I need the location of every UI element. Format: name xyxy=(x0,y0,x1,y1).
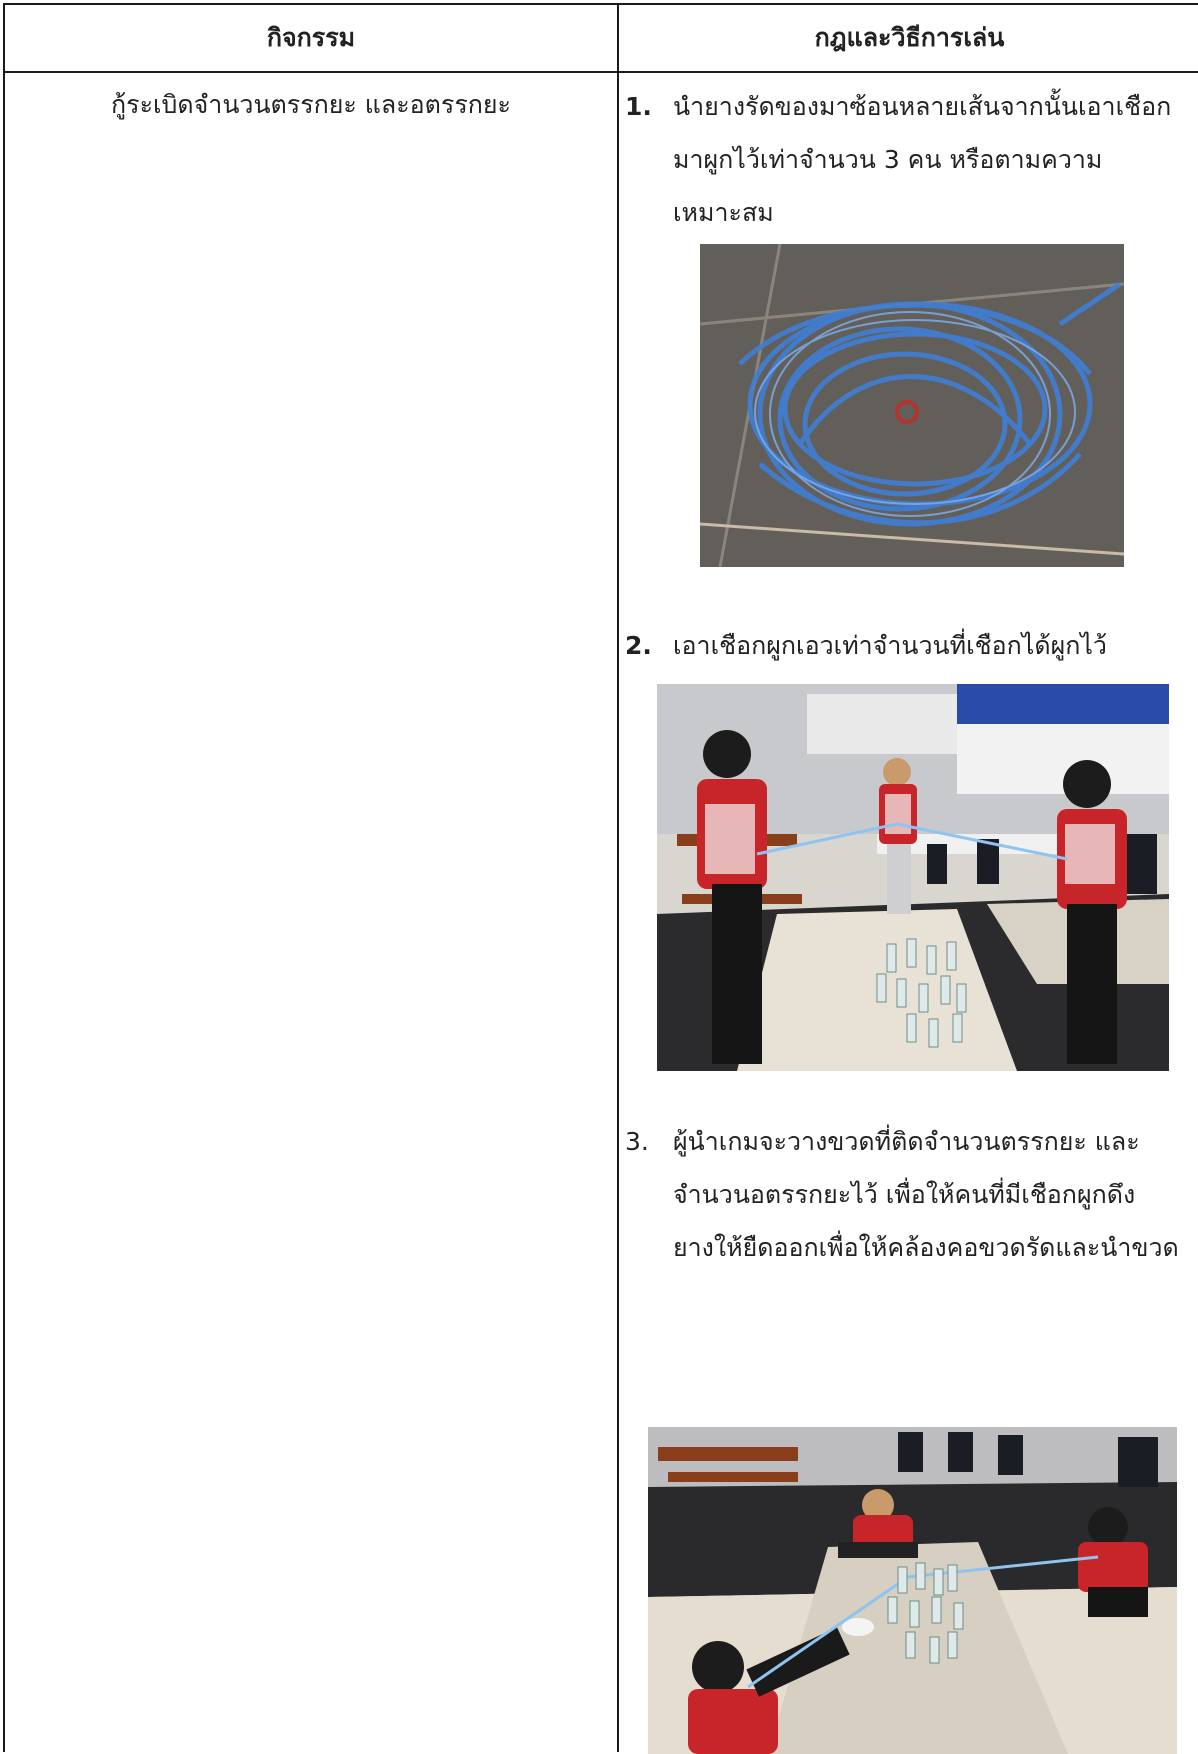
header-rules: กฎและวิธีการเล่น xyxy=(814,23,1005,52)
rope-photo xyxy=(700,244,1124,567)
rules-table: กิจกรรม กฎและวิธีการเล่น กู้ระเบิดจำนวนต… xyxy=(3,3,1198,1754)
step-3: 3. ผู้นำเกมจะวางขวดที่ติดจำนวนตรรกยะ และ… xyxy=(625,1115,1198,1274)
step-1: 1. นำยางรัดของมาซ้อนหลายเส้นจากนั้นเอาเช… xyxy=(625,80,1198,239)
step-3-line-1: ผู้นำเกมจะวางขวดที่ติดจำนวนตรรกยะ และ xyxy=(673,1127,1140,1156)
header-activity: กิจกรรม xyxy=(266,23,356,52)
column-divider xyxy=(617,5,619,1752)
step-1-number: 1. xyxy=(625,92,652,121)
students-standing-photo xyxy=(657,684,1169,1071)
step-1-line-3: เหมาะสม xyxy=(673,198,774,227)
header-divider xyxy=(5,71,1198,73)
step-1-line-1: นำยางรัดของมาซ้อนหลายเส้นจากนั้นเอาเชือก xyxy=(673,92,1172,121)
activity-name: กู้ระเบิดจำนวนตรรกยะ และอตรรกยะ xyxy=(111,90,511,119)
step-2-line-1: เอาเชือกผูกเอวเท่าจำนวนที่เชือกได้ผูกไว้ xyxy=(673,631,1107,660)
step-3-number: 3. xyxy=(625,1127,649,1156)
step-2-number: 2. xyxy=(625,631,652,660)
step-2: 2. เอาเชือกผูกเอวเท่าจำนวนที่เชือกได้ผูก… xyxy=(625,619,1198,672)
step-1-line-2: มาผูกไว้เท่าจำนวน 3 คน หรือตามความ xyxy=(673,145,1103,174)
step-3-line-3: ยางให้ยืดออกเพื่อให้คล้องคอขวดรัดและนำขว… xyxy=(673,1233,1179,1262)
step-3-line-2: จำนวนอตรรกยะไว้ เพื่อให้คนที่มีเชือกผูกด… xyxy=(673,1180,1136,1209)
students-sitting-photo xyxy=(648,1427,1177,1754)
